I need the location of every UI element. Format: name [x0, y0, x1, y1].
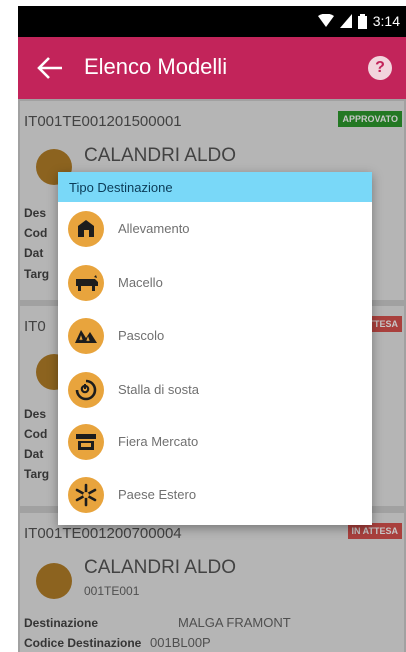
option-fiera-mercato[interactable]: Fiera Mercato — [58, 417, 372, 469]
status-time: 3:14 — [372, 13, 400, 29]
option-label: Paese Estero — [118, 487, 197, 502]
option-paese-estero[interactable]: Paese Estero — [58, 470, 372, 522]
wifi-icon — [317, 14, 334, 27]
cow-icon — [68, 265, 104, 301]
option-allevamento[interactable]: Allevamento — [58, 204, 372, 256]
phone-screen: 3:14 Elenco Modelli ? IT001TE00120150000… — [18, 6, 406, 652]
market-stall-icon — [68, 424, 104, 460]
star-snowflake-icon — [68, 477, 104, 513]
option-label: Stalla di sosta — [118, 382, 199, 397]
help-icon[interactable]: ? — [368, 56, 392, 80]
status-icons: 3:14 — [317, 13, 400, 29]
pasture-icon — [68, 318, 104, 354]
page-title: Elenco Modelli — [84, 54, 228, 79]
option-label: Pascolo — [118, 328, 165, 343]
dialog-title: Tipo Destinazione — [69, 180, 173, 195]
app-bar: Elenco Modelli ? — [18, 37, 406, 99]
destination-type-dialog: Tipo Destinazione Allevamento Macello Pa… — [58, 172, 372, 525]
dialog-header: Tipo Destinazione — [58, 172, 372, 202]
battery-icon — [357, 13, 367, 29]
option-label: Allevamento — [118, 221, 190, 236]
clock-icon — [68, 372, 104, 408]
option-pascolo[interactable]: Pascolo — [58, 311, 372, 363]
option-label: Macello — [118, 275, 163, 290]
back-arrow-icon[interactable] — [36, 55, 64, 81]
option-label: Fiera Mercato — [118, 434, 199, 449]
option-macello[interactable]: Macello — [58, 258, 372, 310]
option-stalla-di-sosta[interactable]: Stalla di sosta — [58, 365, 372, 417]
screen-frame: 3:14 Elenco Modelli ? IT001TE00120150000… — [0, 0, 406, 652]
status-bar: 3:14 — [18, 6, 406, 37]
signal-icon — [339, 14, 352, 28]
barn-icon — [68, 211, 104, 247]
